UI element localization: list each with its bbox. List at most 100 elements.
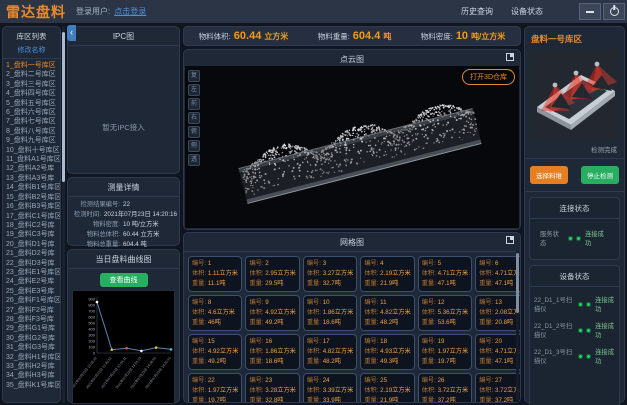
open-3d-warehouse-button[interactable]: 打开3D仓库 xyxy=(462,69,515,85)
grid-cell-weight-value: 37.2吨 xyxy=(438,397,456,403)
sidebar-item[interactable]: 33_盘料H2号库 xyxy=(6,362,60,371)
grid-cell: 编号: 8体积: 4.6立方米重量: 46吨 xyxy=(188,295,242,331)
sidebar-item[interactable]: 1_盘料一号库区 xyxy=(6,61,60,70)
sidebar-scrollbar[interactable] xyxy=(62,26,65,403)
sidebar-item[interactable]: 23_盘料E1号库区 xyxy=(6,268,60,277)
grid-cell: 编号: 22体积: 1.97立方米重量: 19.7吨 xyxy=(188,373,242,403)
sidebar-item[interactable]: 12_盘料A2号库 xyxy=(6,164,60,173)
grid-cell-no-value: 15 xyxy=(208,338,215,345)
sidebar-item[interactable]: 4_盘料四号库区 xyxy=(6,89,60,98)
grid-cell-volume-value: 1.97立方米 xyxy=(438,348,469,355)
sidebar-item[interactable]: 3_盘料三号库区 xyxy=(6,80,60,89)
grid-cell-volume-label: 体积: xyxy=(422,387,438,394)
grid-cell-no-value: 13 xyxy=(495,299,502,306)
grid-cell-volume: 体积: 2.08立方米 xyxy=(479,308,521,318)
sidebar-item[interactable]: 35_盘料K1号库区 xyxy=(6,381,60,390)
grid-cell-weight-label: 重量: xyxy=(192,397,208,403)
sidebar-item[interactable]: 18_盘料C2号库 xyxy=(6,221,60,230)
connection-row: 服务状态连接成功 xyxy=(530,219,619,259)
connection-status-title: 连接状态 xyxy=(530,198,619,219)
sidebar-item[interactable]: 6_盘料六号库区 xyxy=(6,108,60,117)
grid-scrollbar-thumb[interactable] xyxy=(516,253,519,313)
sidebar-scrollbar-thumb[interactable] xyxy=(62,32,65,182)
minimize-icon xyxy=(586,11,594,13)
view-button[interactable]: 透 xyxy=(188,154,200,166)
select-pile-button[interactable]: 选择料堆 xyxy=(530,166,568,184)
sidebar-item[interactable]: 13_盘料A3号库 xyxy=(6,174,60,183)
grid-cell: 编号: 19体积: 1.97立方米重量: 19.7吨 xyxy=(418,334,472,370)
grid-cell-volume-label: 体积: xyxy=(364,348,380,355)
view-button[interactable]: 复 xyxy=(188,70,200,82)
grid-cell: 编号: 9体积: 4.92立方米重量: 49.2吨 xyxy=(245,295,299,331)
svg-text:400: 400 xyxy=(88,326,95,331)
rename-zone-link[interactable]: 修改名称 xyxy=(3,44,60,59)
grid-cell-weight: 重量: 32.7吨 xyxy=(307,279,353,289)
grid-cell-weight-label: 重量: xyxy=(364,397,380,403)
sidebar-item[interactable]: 34_盘料H3号库 xyxy=(6,371,60,380)
detail-value: 10 吨/立方米 xyxy=(123,220,159,230)
sidebar-item[interactable]: 10_盘料十号库区 xyxy=(6,146,60,155)
sidebar-item[interactable]: 5_盘料五号库区 xyxy=(6,99,60,108)
sidebar-item[interactable]: 20_盘料D1号库 xyxy=(6,240,60,249)
stop-detect-button[interactable]: 停止检测 xyxy=(581,166,619,184)
sidebar-item[interactable]: 9_盘料九号库区 xyxy=(6,136,60,145)
grid-cell-no-value: 2 xyxy=(265,260,268,267)
view-button[interactable]: 侧 xyxy=(188,140,200,152)
grid-cell-volume-label: 体积: xyxy=(192,270,208,277)
device-status-link[interactable]: 设备状态 xyxy=(511,6,543,17)
grid-cell-weight-value: 48.2吨 xyxy=(380,319,398,326)
stat-item: 物料体积:60.44立方米 xyxy=(199,30,289,42)
sidebar-item[interactable]: 24_盘料E2号库 xyxy=(6,277,60,286)
stat-item: 物料密度:10吨/立方米 xyxy=(421,30,506,42)
grid-panel-title: 网格图 xyxy=(184,233,520,252)
minimize-button[interactable] xyxy=(579,3,601,20)
grid-expand-icon[interactable] xyxy=(506,236,514,244)
sidebar-item[interactable]: 11_盘料A1号库区 xyxy=(6,155,60,164)
sidebar-item[interactable]: 19_盘料C3号库 xyxy=(6,230,60,239)
sidebar-item[interactable]: 28_盘料F3号库 xyxy=(6,315,60,324)
sidebar-item[interactable]: 2_盘料二号库区 xyxy=(6,70,60,79)
sidebar-item[interactable]: 14_盘料B1号库区 xyxy=(6,183,60,192)
view-button[interactable]: 前 xyxy=(188,98,200,110)
grid-cell: 编号: 23体积: 3.28立方米重量: 32.8吨 xyxy=(245,373,299,403)
sidebar-item[interactable]: 27_盘料F2号库 xyxy=(6,306,60,315)
sidebar-item[interactable]: 30_盘料G2号库 xyxy=(6,334,60,343)
view-button[interactable]: 左 xyxy=(188,84,200,96)
grid-cell-weight-value: 48.2吨 xyxy=(323,358,341,365)
svg-text:100: 100 xyxy=(88,344,95,349)
device-rows: 22_D1_1号扫描仪连接成功22_D1_2号扫描仪连接成功22_D1_3号扫描… xyxy=(530,287,619,369)
grid-cell-weight: 重量: 33.9吨 xyxy=(307,396,353,403)
sidebar-item[interactable]: 21_盘料D2号库 xyxy=(6,249,60,258)
grid-scrollbar[interactable] xyxy=(516,251,519,400)
sidebar-item[interactable]: 8_盘料八号库区 xyxy=(6,127,60,136)
power-close-button[interactable] xyxy=(603,3,625,20)
sidebar-item[interactable]: 22_盘料D3号库 xyxy=(6,259,60,268)
grid-cell-no-label: 编号: xyxy=(422,377,438,384)
sidebar-item[interactable]: 31_盘料G3号库 xyxy=(6,343,60,352)
grid-cell-volume-value: 3.28立方米 xyxy=(265,387,296,394)
sidebar-item[interactable]: 7_盘料七号库区 xyxy=(6,117,60,126)
view-button[interactable]: 俯 xyxy=(188,126,200,138)
sidebar-item[interactable]: 16_盘料B3号库区 xyxy=(6,202,60,211)
sidebar-item[interactable]: 32_盘料H1号库区 xyxy=(6,353,60,362)
grid-cell-volume: 体积: 4.92立方米 xyxy=(249,308,295,318)
sidebar-item[interactable]: 25_盘料E3号库 xyxy=(6,287,60,296)
pointcloud-expand-icon[interactable] xyxy=(506,53,514,61)
grid-cell-no: 编号: 3 xyxy=(307,259,353,269)
sidebar-item[interactable]: 29_盘料G1号库 xyxy=(6,324,60,333)
svg-text:2021年07月23日 13:46:51: 2021年07月23日 13:46:51 xyxy=(84,355,112,389)
sidebar-item[interactable]: 26_盘料F1号库区 xyxy=(6,296,60,305)
grid-cell-weight: 重量: 47.1吨 xyxy=(479,279,521,289)
sidebar-item[interactable]: 15_盘料B2号库区 xyxy=(6,193,60,202)
view-curve-button[interactable]: 查看曲线 xyxy=(100,273,148,287)
grid-cell-volume-label: 体积: xyxy=(364,309,380,316)
login-link[interactable]: 点击登录 xyxy=(114,6,146,17)
pointcloud-viewport[interactable]: 复左前右俯侧透 打开3D仓库 xyxy=(185,66,519,228)
connection-row-status: 连接成功 xyxy=(585,229,609,247)
grid-cell-no-value: 6 xyxy=(495,260,498,267)
grid-cell-weight-value: 29.5吨 xyxy=(265,280,283,287)
grid-cell-weight-label: 重量: xyxy=(307,319,323,326)
history-query-link[interactable]: 历史查询 xyxy=(461,6,493,17)
view-button[interactable]: 右 xyxy=(188,112,200,124)
sidebar-item[interactable]: 17_盘料C1号库区 xyxy=(6,212,60,221)
